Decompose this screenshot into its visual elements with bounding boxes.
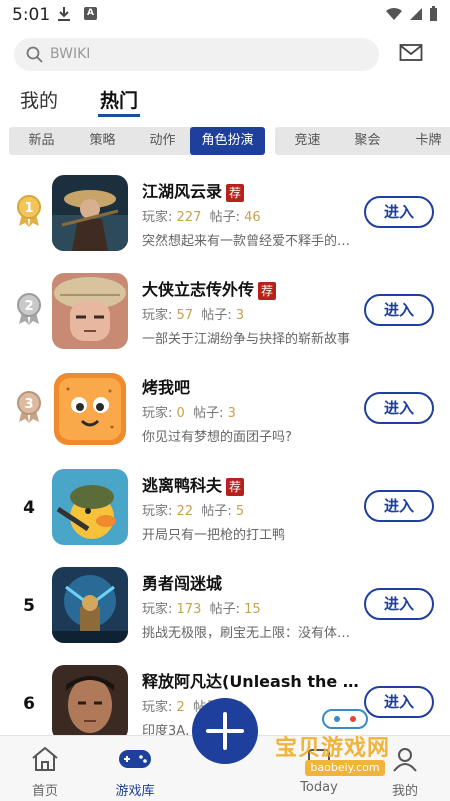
game-row[interactable]: 5 勇者闯迷城 玩家: 173 帖子: 15 挑战无极限，刷宝无上限：没有体… …: [0, 562, 450, 652]
mail-icon[interactable]: [399, 43, 423, 63]
chip-racing[interactable]: 竞速: [275, 127, 340, 155]
enter-button[interactable]: 进入: [364, 490, 434, 522]
enter-button[interactable]: 进入: [364, 196, 434, 228]
app-notification-icon: A: [84, 7, 97, 20]
enter-button[interactable]: 进入: [364, 588, 434, 620]
player-count: 227: [176, 210, 202, 225]
player-count: 2: [176, 700, 185, 715]
post-count: 15: [244, 602, 261, 617]
watermark-logo: 宝贝游戏网 baobeiy.com: [275, 706, 425, 776]
gold-medal-icon: 1: [17, 195, 41, 227]
chip-rpg[interactable]: 角色扮演: [190, 127, 265, 155]
category-chips: 新品 策略 动作 角色扮演 竞速 聚会 卡牌: [0, 127, 450, 155]
plus-icon: [206, 712, 244, 750]
game-row[interactable]: 3 烤我吧 玩家: 0 帖子: 3 你见过有梦想的面团子吗? 进入: [0, 366, 450, 456]
recommend-badge: 荐: [258, 281, 277, 300]
player-count: 57: [176, 308, 194, 323]
svg-text:1: 1: [24, 201, 33, 216]
game-stats: 玩家: 227 帖子: 46: [142, 210, 261, 225]
nav-mine-label: 我的: [391, 784, 418, 799]
game-thumbnail[interactable]: [52, 273, 128, 349]
player-count: 0: [176, 406, 185, 421]
enter-button[interactable]: 进入: [364, 294, 434, 326]
chip-action[interactable]: 动作: [130, 127, 195, 155]
status-bar: 5:01 A: [0, 0, 450, 30]
game-stats: 玩家: 22 帖子: 5: [142, 504, 245, 519]
game-description: 一部关于江湖纷争与抉择的崭新故事: [142, 332, 351, 347]
game-title: 释放阿凡达(Unleash the …: [142, 672, 359, 691]
recommend-badge: 荐: [226, 183, 245, 202]
game-row[interactable]: 2 大侠立志传外传荐 玩家: 57 帖子: 3 一部关于江湖纷争与抉择的崭新故事…: [0, 268, 450, 358]
rank-number: 5: [23, 596, 35, 616]
nav-home-label: 首页: [31, 784, 58, 799]
search-bar[interactable]: BWIKI: [14, 38, 379, 71]
chip-strategy[interactable]: 策略: [70, 127, 135, 155]
rank-number: 6: [23, 694, 35, 714]
wifi-icon: [386, 7, 402, 20]
chip-card[interactable]: 卡牌: [396, 127, 450, 155]
nav-today-label: Today: [300, 780, 338, 795]
watermark-text: 宝贝游戏网: [275, 736, 391, 761]
game-thumbnail[interactable]: [52, 469, 128, 545]
tab-mine[interactable]: 我的: [20, 86, 58, 113]
chip-new[interactable]: 新品: [9, 127, 74, 155]
tab-hot[interactable]: 热门: [98, 86, 141, 117]
game-title: 勇者闯迷城: [142, 574, 223, 593]
game-row[interactable]: 1 江湖风云录荐 玩家: 227 帖子: 46 突然想起来有一款曾经爱不释手的……: [0, 170, 450, 260]
post-count: 5: [235, 504, 245, 519]
post-count: 46: [244, 210, 261, 225]
tab-hot-label: 热门: [100, 90, 139, 112]
recommend-badge: 荐: [226, 477, 245, 496]
silver-medal-icon: 2: [17, 293, 41, 325]
svg-text:3: 3: [24, 397, 33, 412]
tab-underline: [98, 114, 141, 117]
game-thumbnail[interactable]: [52, 665, 128, 741]
system-icons: [385, 6, 438, 22]
game-row[interactable]: 4 逃离鸭科夫荐 玩家: 22 帖子: 5 开局只有一把枪的打工鸭 进入: [0, 464, 450, 554]
battery-icon: [430, 6, 437, 21]
game-description: 开局只有一把枪的打工鸭: [142, 528, 286, 543]
gamepad-logo-icon: [322, 709, 368, 729]
rank-number: 4: [23, 498, 35, 518]
cell-signal-icon: [410, 8, 422, 20]
enter-button[interactable]: 进入: [364, 392, 434, 424]
game-description: 挑战无极限，刷宝无上限：没有体…: [142, 626, 351, 641]
post-count: 3: [235, 308, 245, 323]
nav-library-label: 游戏库: [115, 784, 155, 799]
game-title: 大侠立志传外传荐: [142, 276, 277, 300]
game-title: 江湖风云录荐: [142, 178, 245, 202]
nav-library[interactable]: 游戏库: [100, 746, 170, 799]
chip-party[interactable]: 聚会: [335, 127, 400, 155]
status-time: 5:01: [12, 5, 51, 25]
download-icon: [58, 7, 70, 21]
game-title: 烤我吧: [142, 378, 191, 397]
game-thumbnail[interactable]: [52, 371, 128, 447]
game-stats: 玩家: 57 帖子: 3: [142, 308, 245, 323]
game-thumbnail[interactable]: [52, 567, 128, 643]
game-description: 你见过有梦想的面团子吗?: [142, 430, 292, 445]
search-icon: [26, 46, 43, 63]
watermark-domain: baobeiy.com: [305, 760, 385, 776]
search-placeholder: BWIKI: [50, 46, 91, 62]
game-title: 逃离鸭科夫荐: [142, 472, 245, 496]
game-stats: 玩家: 0 帖子: 3: [142, 406, 236, 421]
game-stats: 玩家: 173 帖子: 15: [142, 602, 261, 617]
home-icon: [32, 746, 58, 771]
post-count: 3: [227, 406, 236, 421]
player-count: 173: [176, 602, 202, 617]
game-thumbnail[interactable]: [52, 175, 128, 251]
gamepad-icon: [119, 750, 151, 768]
add-button[interactable]: [192, 698, 258, 764]
top-tabs: 我的 热门: [0, 86, 450, 120]
nav-home[interactable]: 首页: [10, 746, 80, 799]
game-description: 突然想起来有一款曾经爱不释手的…: [142, 234, 351, 249]
svg-text:2: 2: [24, 299, 33, 314]
bronze-medal-icon: 3: [17, 391, 41, 423]
player-count: 22: [176, 504, 194, 519]
